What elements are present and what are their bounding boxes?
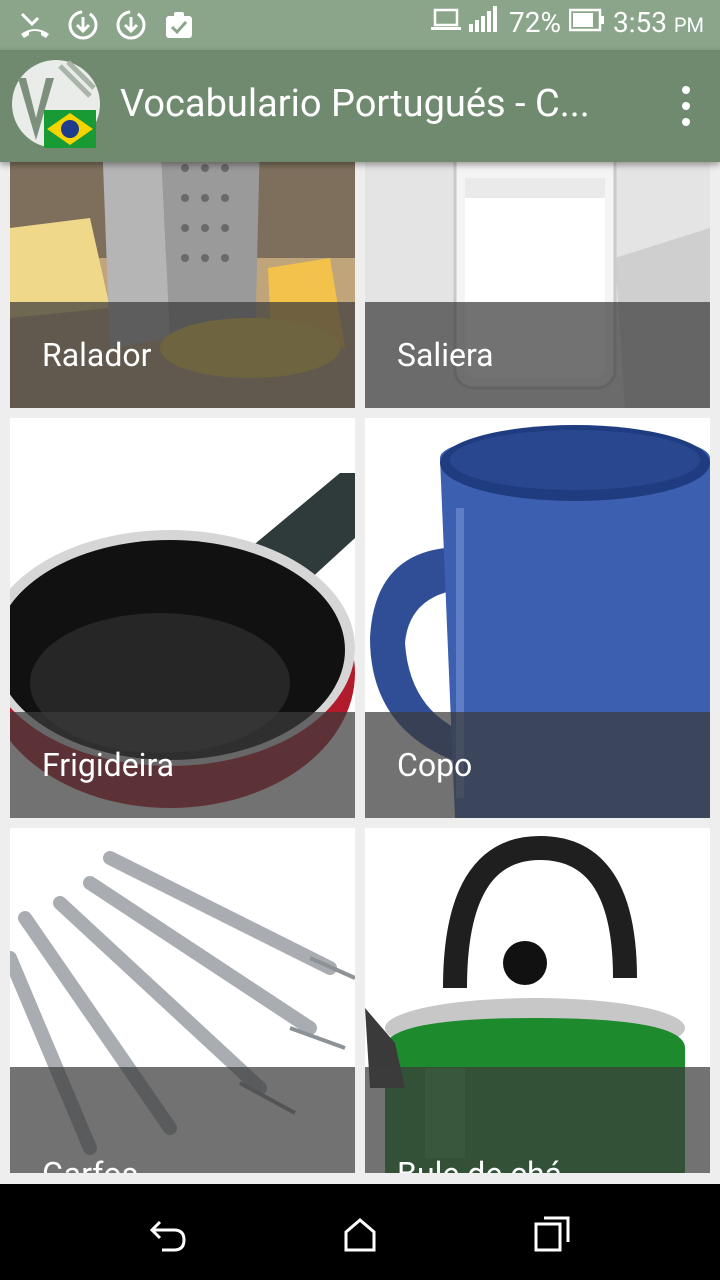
card-garfos[interactable]: Garfos xyxy=(10,828,355,1173)
recents-icon[interactable] xyxy=(532,1214,572,1254)
card-label: Bule de chá xyxy=(397,1155,562,1173)
card-label: Frigideira xyxy=(42,746,175,784)
card-label: Saliera xyxy=(397,336,494,374)
home-icon[interactable] xyxy=(340,1214,380,1254)
clock: 3:53 PM xyxy=(612,6,704,39)
task-done-icon xyxy=(162,8,196,42)
card-saliera[interactable]: Saliera xyxy=(365,162,710,408)
app-title: Vocabulario Portugués - C... xyxy=(120,82,590,126)
missed-call-icon xyxy=(18,8,52,42)
laptop-icon xyxy=(430,6,461,39)
card-frigideira[interactable]: Frigideira xyxy=(10,418,355,818)
status-bar: 72% 3:53 PM xyxy=(0,0,720,50)
card-label: Garfos xyxy=(42,1155,138,1173)
card-copo[interactable]: Copo xyxy=(365,418,710,818)
overflow-menu-icon[interactable] xyxy=(676,86,696,126)
download-icon xyxy=(66,8,100,42)
card-label: Ralador xyxy=(42,336,152,374)
battery-percent: 72% xyxy=(508,6,561,39)
card-bule-de-cha[interactable]: Bule de chá xyxy=(365,828,710,1173)
vocabulary-grid: Ralador Saliera Frigideira Copo xyxy=(0,162,720,1184)
app-logo-icon[interactable] xyxy=(10,58,102,150)
app-bar: Vocabulario Portugués - C... xyxy=(0,50,720,162)
card-label: Copo xyxy=(397,746,473,784)
battery-icon xyxy=(568,6,605,39)
back-icon[interactable] xyxy=(148,1214,188,1254)
card-ralador[interactable]: Ralador xyxy=(10,162,355,408)
navigation-bar xyxy=(0,1184,720,1280)
download-icon xyxy=(114,8,148,42)
signal-icon xyxy=(468,6,501,39)
